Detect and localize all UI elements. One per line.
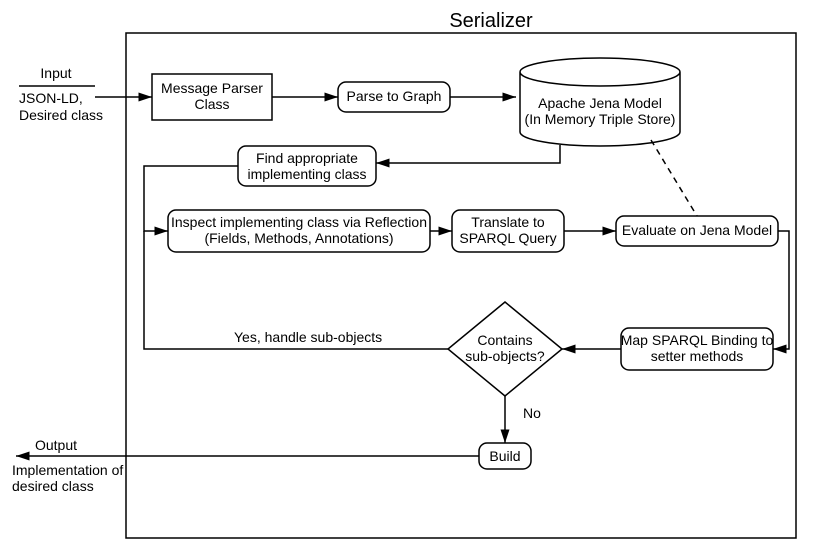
input-label: Input JSON-LD, Desired class bbox=[19, 65, 103, 123]
input-sub1: JSON-LD, bbox=[19, 90, 83, 106]
inspect-l1: Inspect implementing class via Reflectio… bbox=[171, 214, 427, 230]
output-text: Output bbox=[35, 437, 77, 453]
build-text: Build bbox=[489, 448, 520, 464]
jena-l1: Apache Jena Model bbox=[538, 95, 662, 111]
output-sub1: Implementation of bbox=[12, 462, 123, 478]
map-l1: Map SPARQL Binding to bbox=[621, 332, 774, 348]
output-sub2: desired class bbox=[12, 478, 94, 494]
parser-l2: Class bbox=[194, 96, 229, 112]
inspect-l2: (Fields, Methods, Annotations) bbox=[204, 230, 393, 246]
edge-yes-label: Yes, handle sub-objects bbox=[234, 329, 382, 345]
translate-l2: SPARQL Query bbox=[459, 230, 556, 246]
jena-l2: (In Memory Triple Store) bbox=[525, 111, 676, 127]
input-sub2: Desired class bbox=[19, 107, 103, 123]
find-l2: implementing class bbox=[247, 166, 366, 182]
translate-l1: Translate to bbox=[471, 214, 545, 230]
edge-no-label: No bbox=[523, 405, 541, 421]
serializer-title: Serializer bbox=[449, 10, 533, 32]
parser-l1: Message Parser bbox=[161, 80, 263, 96]
map-l2: setter methods bbox=[651, 348, 744, 364]
node-jena-model: Apache Jena Model (In Memory Triple Stor… bbox=[520, 58, 680, 146]
input-text: Input bbox=[40, 65, 71, 81]
output-label: Output Implementation of desired class bbox=[12, 437, 123, 494]
decision-l1: Contains bbox=[477, 332, 532, 348]
parse-graph-text: Parse to Graph bbox=[347, 88, 442, 104]
find-l1: Find appropriate bbox=[256, 150, 358, 166]
evaluate-text: Evaluate on Jena Model bbox=[622, 222, 772, 238]
decision-l2: sub-objects? bbox=[465, 348, 545, 364]
